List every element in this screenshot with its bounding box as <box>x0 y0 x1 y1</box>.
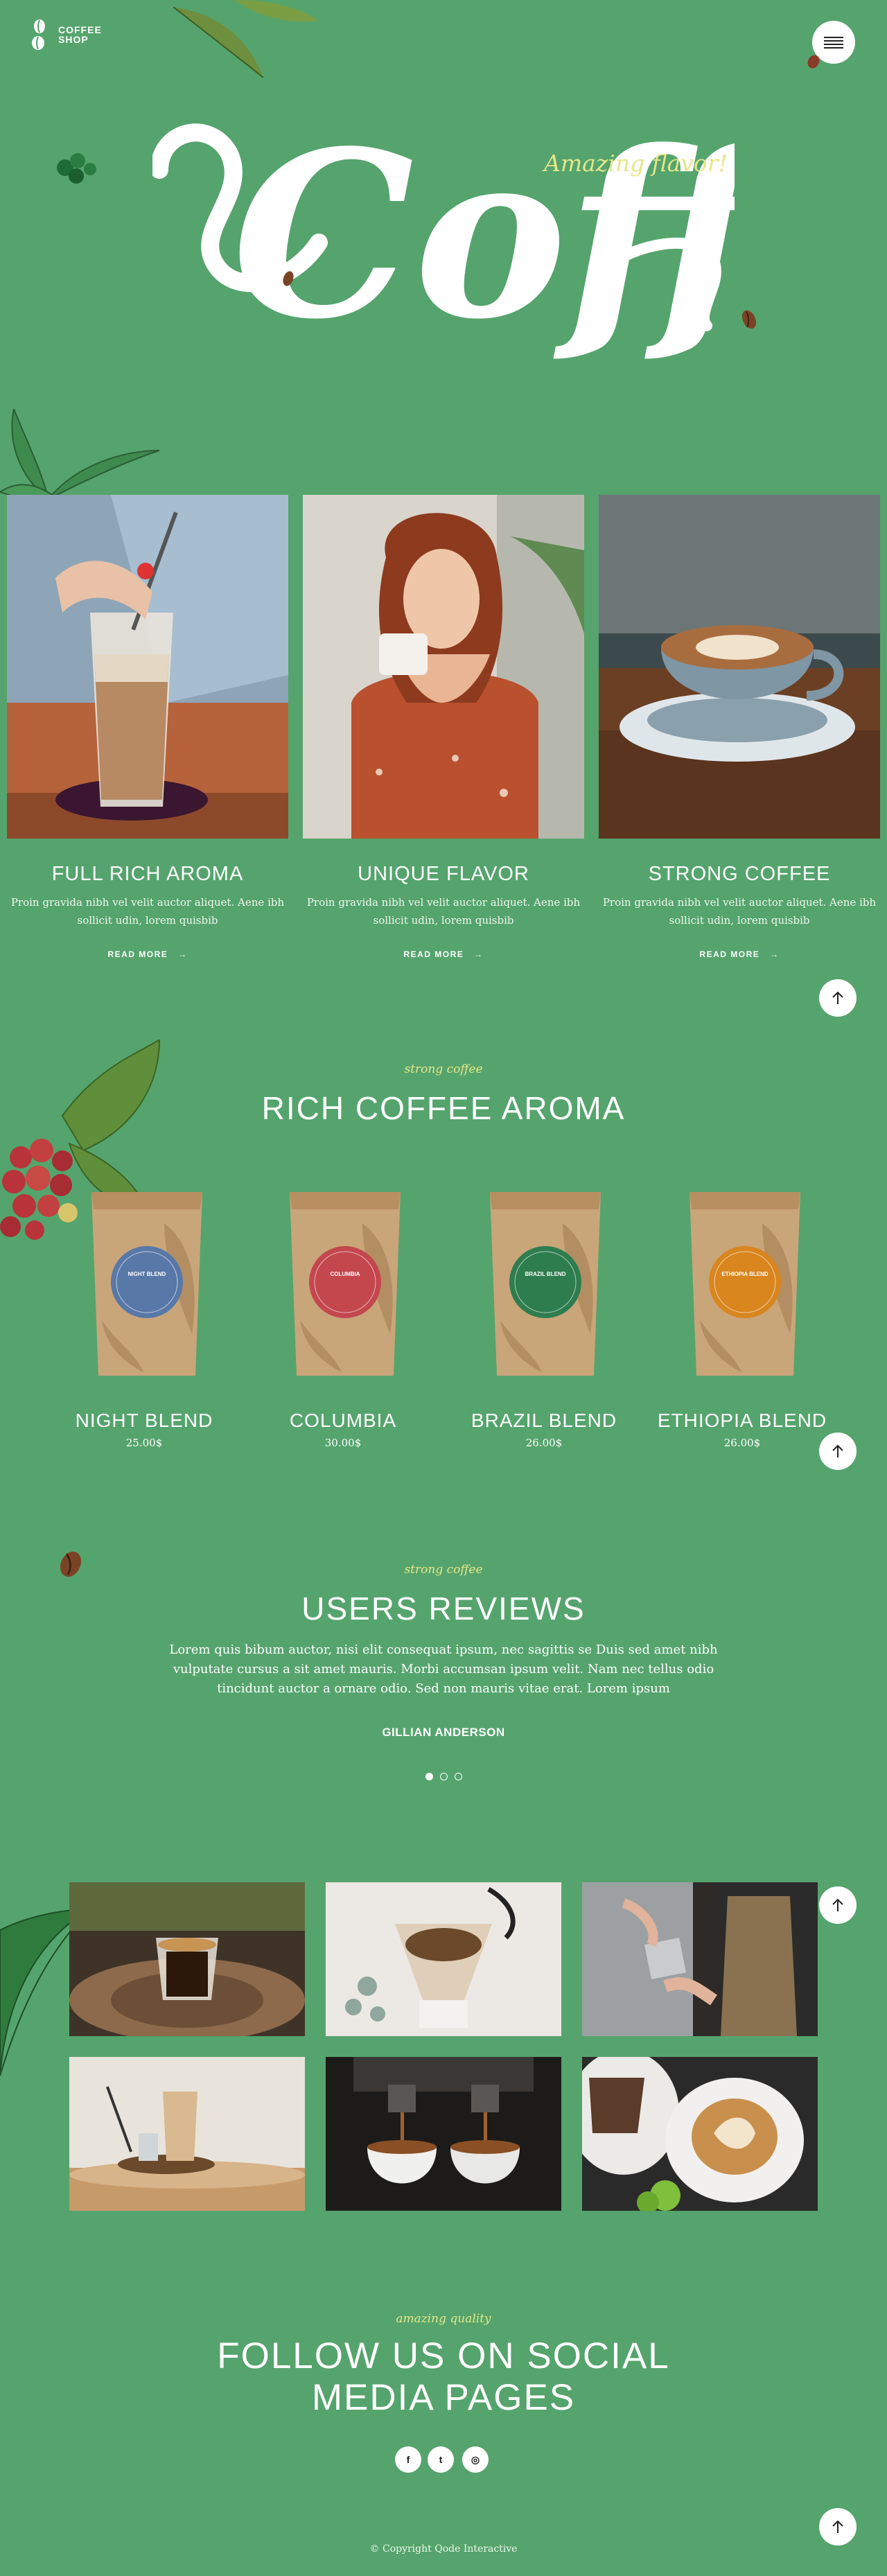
feature-image-iced-coffee <box>7 495 288 839</box>
section-title: FOLLOW US ON SOCIAL MEDIA PAGES <box>0 2336 887 2419</box>
gallery-image-barista[interactable] <box>582 1882 818 2036</box>
arrow-up-icon <box>832 1898 843 1911</box>
logo[interactable]: COFFEE SHOP <box>30 18 102 51</box>
product-name[interactable]: BRAZIL BLEND <box>444 1410 644 1432</box>
svg-text:COLUMBIA: COLUMBIA <box>330 1271 360 1277</box>
scroll-up-button[interactable] <box>819 1886 857 1924</box>
leaf-decoration <box>173 0 319 78</box>
read-more-label: READ MORE <box>403 949 464 959</box>
logo-text-line2: SHOP <box>58 34 89 45</box>
leaves-decoration <box>0 409 160 504</box>
scroll-up-button[interactable] <box>819 979 857 1017</box>
svg-text:ETHIOPIA BLEND: ETHIOPIA BLEND <box>721 1271 768 1277</box>
product-image[interactable]: BRAZIL BLEND <box>480 1182 611 1390</box>
read-more-link[interactable]: READ MORE → <box>296 949 591 959</box>
product-name[interactable]: NIGHT BLEND <box>44 1410 245 1432</box>
section-title-line2: MEDIA PAGES <box>311 2377 576 2418</box>
coffee-bean-icon <box>807 55 820 69</box>
feature-text: Proin gravida nibh vel velit auctor aliq… <box>306 896 581 927</box>
section-kicker: strong coffee <box>404 1563 483 1577</box>
coffee-beans-logo-icon <box>32 19 45 50</box>
read-more-label: READ MORE <box>699 949 760 959</box>
instagram-icon[interactable]: ◎ <box>462 2446 489 2473</box>
gallery-image-espresso-machine[interactable] <box>326 2057 561 2211</box>
coffee-bean-icon <box>283 271 294 286</box>
product-image[interactable]: ETHIOPIA BLEND <box>679 1182 811 1390</box>
product-price: 26.00$ <box>525 1437 563 1449</box>
arrow-right-icon: → <box>178 949 188 959</box>
coffee-script-title: Coffee <box>152 100 735 369</box>
section-title: USERS REVIEWS <box>301 1591 586 1627</box>
feature-title: UNIQUE FLAVOR <box>358 863 529 885</box>
read-more-link[interactable]: READ MORE → <box>0 949 295 959</box>
section-kicker: strong coffee <box>404 1062 483 1076</box>
arrow-up-icon <box>832 1444 843 1457</box>
arrow-right-icon: → <box>770 949 780 959</box>
scroll-up-button[interactable] <box>819 2508 857 2546</box>
product-name[interactable]: COLUMBIA <box>243 1410 444 1432</box>
feature-text: Proin gravida nibh vel velit auctor aliq… <box>10 896 285 927</box>
coffee-berries-decoration <box>57 153 96 184</box>
hero-tagline: Amazing flavor! <box>544 150 728 177</box>
svg-text:Coffee: Coffee <box>232 100 735 369</box>
svg-text:NIGHT BLEND: NIGHT BLEND <box>128 1271 166 1277</box>
product-price: 26.00$ <box>723 1437 761 1449</box>
gallery-image-latte-art[interactable] <box>582 2057 818 2211</box>
svg-text:BRAZIL BLEND: BRAZIL BLEND <box>525 1271 566 1277</box>
feature-image-latte-cup <box>599 495 880 839</box>
section-title-line1: FOLLOW US ON SOCIAL <box>217 2336 670 2376</box>
logo-text-line1: COFFEE <box>58 24 102 35</box>
arrow-right-icon: → <box>474 949 484 959</box>
pagination-dot[interactable] <box>454 1773 462 1780</box>
feature-title: STRONG COFFEE <box>648 863 831 885</box>
gallery-image-coffee-cup[interactable] <box>69 1882 305 2036</box>
facebook-icon[interactable]: f <box>395 2446 421 2473</box>
read-more-link[interactable]: READ MORE → <box>592 949 887 959</box>
review-text: Lorem quis bibum auctor, nisi elit conse… <box>169 1642 718 1696</box>
product-name[interactable]: ETHIOPIA BLEND <box>642 1410 843 1432</box>
arrow-up-icon <box>832 991 843 1004</box>
review-pagination <box>0 1773 887 1780</box>
pagination-dot[interactable] <box>439 1773 448 1780</box>
pagination-dot[interactable] <box>425 1773 433 1780</box>
twitter-icon[interactable]: t <box>428 2446 454 2473</box>
feature-text: Proin gravida nibh vel velit auctor aliq… <box>602 896 877 927</box>
read-more-label: READ MORE <box>107 949 168 959</box>
section-title: RICH COFFEE AROMA <box>261 1090 626 1126</box>
scroll-up-button[interactable] <box>819 1432 857 1470</box>
feature-image-woman-coffee <box>303 495 584 839</box>
hamburger-icon <box>824 37 843 49</box>
review-author: GILLIAN ANDERSON <box>382 1726 505 1739</box>
copyright-text: © Copyright Qode Interactive <box>369 2543 518 2555</box>
arrow-up-icon <box>832 2520 843 2533</box>
product-image[interactable]: COLUMBIA <box>279 1182 411 1390</box>
gallery-image-iced-latte[interactable] <box>69 2057 305 2211</box>
section-kicker: amazing quality <box>396 2312 491 2326</box>
coffee-bean-icon <box>741 310 757 329</box>
product-price: 25.00$ <box>125 1437 163 1449</box>
gallery-image-pour-over[interactable] <box>326 1882 561 2036</box>
product-price: 30.00$ <box>324 1437 362 1449</box>
product-image[interactable]: NIGHT BLEND <box>81 1182 213 1390</box>
feature-title: FULL RICH AROMA <box>51 863 244 885</box>
